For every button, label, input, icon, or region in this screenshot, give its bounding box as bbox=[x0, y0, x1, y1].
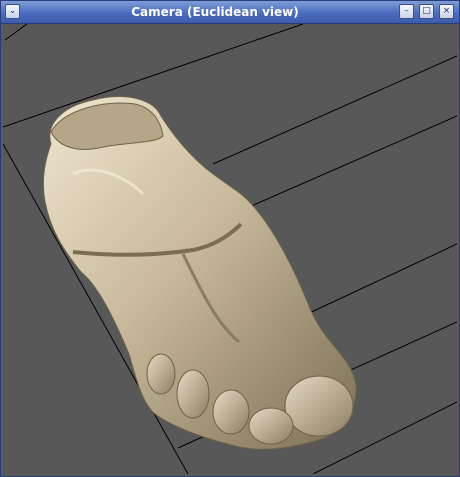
minimize-button[interactable]: – bbox=[399, 4, 414, 19]
close-icon: × bbox=[442, 6, 451, 16]
chevron-down-icon: ⌄ bbox=[8, 6, 17, 16]
scene-canvas bbox=[3, 24, 457, 474]
title-bar[interactable]: ⌄ Camera (Euclidean view) – □ × bbox=[1, 1, 459, 24]
maximize-button[interactable]: □ bbox=[419, 4, 434, 19]
camera-window: ⌄ Camera (Euclidean view) – □ × bbox=[0, 0, 460, 477]
window-menu-button[interactable]: ⌄ bbox=[5, 4, 20, 19]
maximize-icon: □ bbox=[422, 6, 431, 16]
foot-3d-model bbox=[42, 96, 357, 450]
3d-viewport[interactable] bbox=[3, 24, 457, 474]
minimize-icon: – bbox=[404, 6, 409, 16]
window-title: Camera (Euclidean view) bbox=[131, 5, 299, 19]
close-button[interactable]: × bbox=[439, 4, 454, 19]
